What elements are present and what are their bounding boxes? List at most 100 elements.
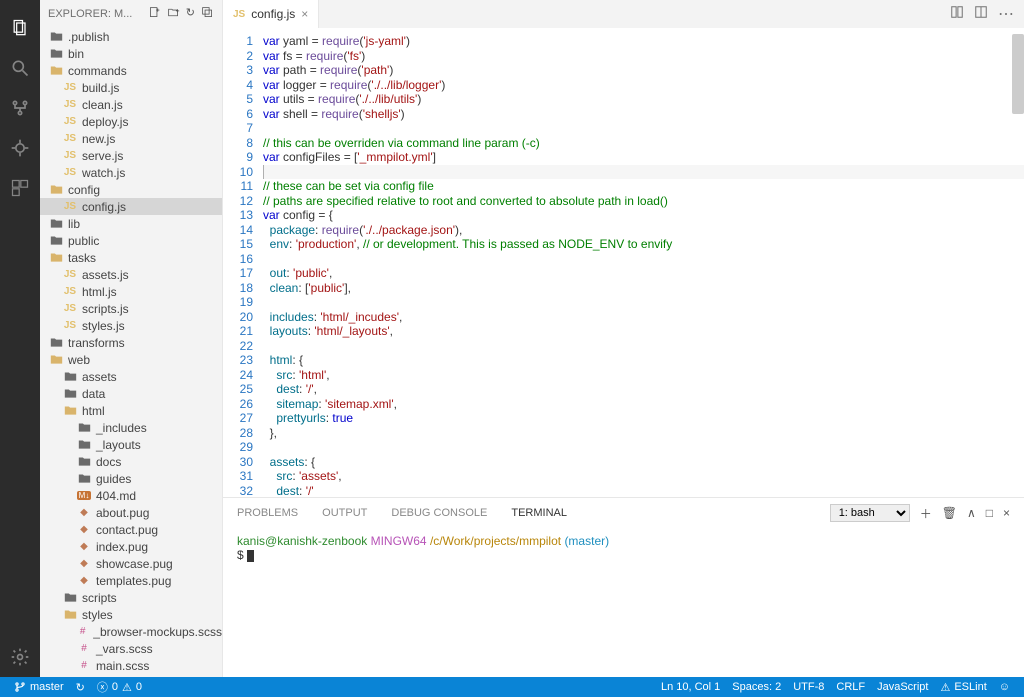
more-actions-icon[interactable]: ⋯: [998, 4, 1014, 24]
code-editor[interactable]: 1234567891011121314151617181920212223242…: [223, 28, 1024, 497]
tree-item-label: _includes: [96, 421, 147, 435]
tree-folder[interactable]: tasks: [40, 249, 222, 266]
tree-folder[interactable]: docs: [40, 453, 222, 470]
tree-folder[interactable]: config: [40, 181, 222, 198]
tree-folder[interactable]: assets: [40, 368, 222, 385]
tree-file[interactable]: ◆contact.pug: [40, 521, 222, 538]
tree-file[interactable]: #_vars.scss: [40, 640, 222, 657]
tree-item-label: _vars.scss: [96, 642, 153, 656]
tree-folder[interactable]: public: [40, 232, 222, 249]
status-spaces[interactable]: Spaces: 2: [726, 681, 787, 694]
panel-close-icon[interactable]: ×: [1003, 506, 1010, 520]
tree-file[interactable]: JShtml.js: [40, 283, 222, 300]
tree-item-label: config: [68, 183, 100, 197]
tree-file[interactable]: ◆about.pug: [40, 504, 222, 521]
tree-file[interactable]: JSbuild.js: [40, 79, 222, 96]
explorer-icon[interactable]: [0, 8, 40, 48]
tree-folder[interactable]: guides: [40, 470, 222, 487]
tree-file[interactable]: JSserve.js: [40, 147, 222, 164]
tree-file[interactable]: JS clean.js: [40, 96, 222, 113]
js-file-icon: JS: [62, 114, 78, 130]
panel-tab-terminal[interactable]: TERMINAL: [511, 507, 567, 519]
tree-folder[interactable]: bin: [40, 45, 222, 62]
explorer-title: EXPLORER: M...: [48, 8, 148, 20]
folder-icon: [62, 369, 78, 385]
folder-icon: [62, 607, 78, 623]
tree-file[interactable]: JSconfig.js: [40, 198, 222, 215]
tree-file[interactable]: ◆index.pug: [40, 538, 222, 555]
panel-up-icon[interactable]: ∧: [967, 506, 976, 520]
tree-file[interactable]: JSnew.js: [40, 130, 222, 147]
status-problems[interactable]: ⓧ 0 ⚠ 0: [91, 679, 148, 695]
tree-item-label: clean.js: [82, 98, 123, 112]
new-folder-icon[interactable]: [167, 6, 180, 22]
tree-item-label: 404.md: [96, 489, 136, 503]
scrollbar-thumb[interactable]: [1012, 34, 1024, 114]
tree-file[interactable]: #_browser-mockups.scss: [40, 623, 222, 640]
folder-icon: [48, 250, 64, 266]
git-icon[interactable]: [0, 88, 40, 128]
refresh-icon[interactable]: ↻: [186, 6, 195, 22]
status-lang[interactable]: JavaScript: [871, 681, 934, 694]
tree-file[interactable]: JSdeploy.js: [40, 113, 222, 130]
js-file-icon: JS: [62, 284, 78, 300]
tree-item-label: index.pug: [96, 540, 148, 554]
panel-tab-debug-console[interactable]: DEBUG CONSOLE: [391, 507, 487, 519]
js-file-icon: JS: [233, 9, 245, 20]
tree-folder[interactable]: _includes: [40, 419, 222, 436]
tree-item-label: tasks: [68, 251, 96, 265]
folder-icon: [48, 233, 64, 249]
settings-gear-icon[interactable]: [0, 637, 40, 677]
terminal-select[interactable]: 1: bash: [830, 504, 910, 522]
status-lncol[interactable]: Ln 10, Col 1: [655, 681, 726, 694]
tree-item-label: showcase.pug: [96, 557, 173, 571]
scss-file-icon: #: [76, 658, 92, 674]
tree-folder[interactable]: web: [40, 351, 222, 368]
tree-folder[interactable]: styles: [40, 606, 222, 623]
panel-tab-problems[interactable]: PROBLEMS: [237, 507, 298, 519]
status-feedback-icon[interactable]: ☺: [993, 681, 1016, 694]
tree-folder[interactable]: _layouts: [40, 436, 222, 453]
tree-file[interactable]: #main.scss: [40, 657, 222, 674]
new-file-icon[interactable]: [148, 6, 161, 22]
tree-file[interactable]: M↓404.md: [40, 487, 222, 504]
tree-item-label: styles.js: [82, 319, 125, 333]
tree-folder[interactable]: .publish: [40, 28, 222, 45]
tree-file[interactable]: JSstyles.js: [40, 317, 222, 334]
search-icon[interactable]: [0, 48, 40, 88]
status-branch[interactable]: master: [8, 681, 70, 693]
tree-file[interactable]: ◆templates.pug: [40, 572, 222, 589]
tree-folder[interactable]: scripts: [40, 589, 222, 606]
tree-file[interactable]: JSwatch.js: [40, 164, 222, 181]
terminal-cursor: [247, 550, 254, 562]
tree-item-label: styles: [82, 608, 113, 622]
status-eol[interactable]: CRLF: [830, 681, 871, 694]
editor-tab[interactable]: JS config.js ×: [223, 0, 319, 28]
js-file-icon: JS: [62, 97, 78, 113]
status-eslint[interactable]: ⚠ ESLint: [934, 681, 992, 694]
tree-folder[interactable]: html: [40, 402, 222, 419]
status-encoding[interactable]: UTF-8: [787, 681, 830, 694]
tree-file[interactable]: ◆showcase.pug: [40, 555, 222, 572]
tree-folder[interactable]: transforms: [40, 334, 222, 351]
tree-item-label: .publish: [68, 30, 109, 44]
close-icon[interactable]: ×: [301, 7, 308, 21]
terminal-body[interactable]: kanis@kanishk-zenbook MINGW64 /c/Work/pr…: [223, 528, 1024, 677]
panel-tab-output[interactable]: OUTPUT: [322, 507, 367, 519]
status-sync[interactable]: ↻: [70, 681, 91, 694]
tree-file[interactable]: JSassets.js: [40, 266, 222, 283]
split-editor-icon[interactable]: [974, 5, 988, 24]
kill-terminal-icon[interactable]: 🗑: [942, 506, 957, 520]
compare-changes-icon[interactable]: [950, 5, 964, 24]
collapse-all-icon[interactable]: [201, 6, 214, 22]
debug-icon[interactable]: [0, 128, 40, 168]
tree-folder[interactable]: data: [40, 385, 222, 402]
tree-item-label: html: [82, 404, 105, 418]
extensions-icon[interactable]: [0, 168, 40, 208]
tree-file[interactable]: JSscripts.js: [40, 300, 222, 317]
tree-folder[interactable]: commands: [40, 62, 222, 79]
new-terminal-icon[interactable]: ＋: [920, 505, 932, 522]
tree-folder[interactable]: lib: [40, 215, 222, 232]
file-tree[interactable]: .publishbincommandsJSbuild.jsJSclean.jsJ…: [40, 28, 222, 677]
panel-maximize-icon[interactable]: □: [986, 506, 993, 520]
